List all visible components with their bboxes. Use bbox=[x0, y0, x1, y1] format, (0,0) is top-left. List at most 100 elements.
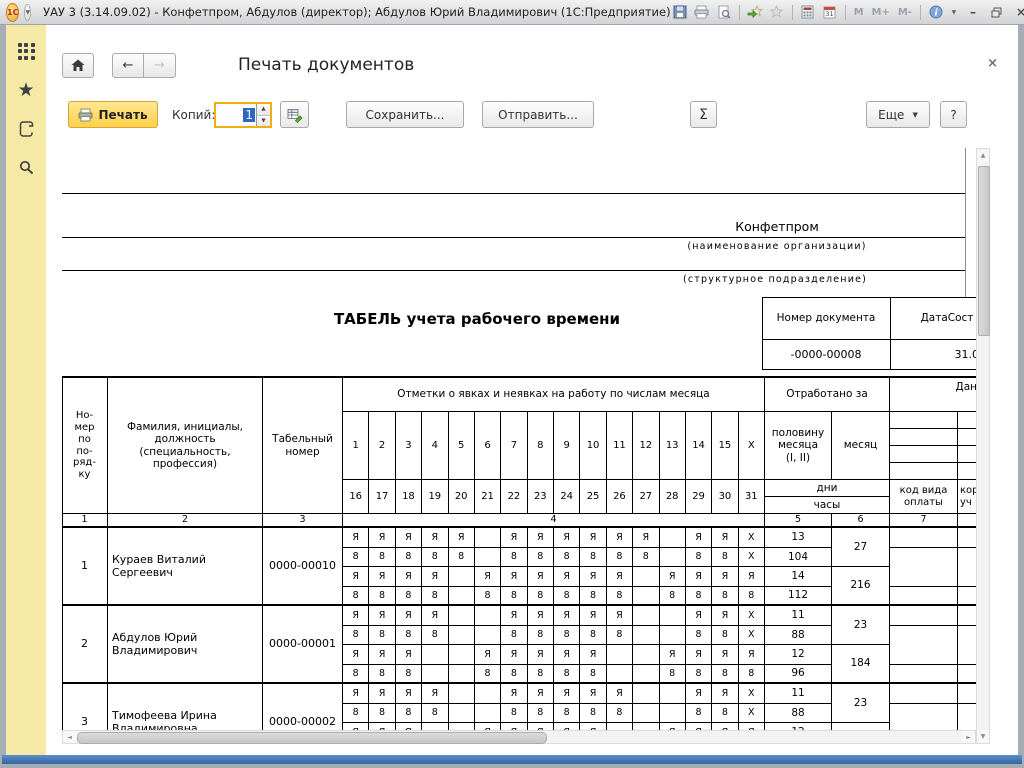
day-mark-cell: 8 bbox=[501, 704, 527, 724]
day-mark-cell: 8 bbox=[369, 587, 395, 607]
day-header-cell: 13 bbox=[660, 412, 686, 480]
sidebar-item-history[interactable] bbox=[14, 117, 38, 141]
toolbar: Печать Копий: 1 ▲ ▼ Сохранить... Отправи bbox=[46, 101, 1018, 133]
half-month-value-cell: 112 bbox=[765, 587, 832, 607]
spin-up-button[interactable]: ▲ bbox=[257, 104, 270, 115]
app-logo-icon[interactable]: 1С bbox=[6, 3, 19, 22]
day-mark-cell: Я bbox=[528, 723, 554, 730]
day-mark-cell bbox=[475, 606, 501, 626]
employee-name-cell: Тимофеева Ирина Владимировна bbox=[108, 684, 263, 730]
day-mark-cell bbox=[607, 665, 633, 685]
header-half-month: половину месяца (I, II) bbox=[765, 412, 832, 480]
vertical-scroll-thumb[interactable] bbox=[978, 166, 990, 336]
day-mark-cell: 8 bbox=[343, 704, 369, 724]
day-header-cell: 15 bbox=[712, 412, 738, 480]
day-mark-cell bbox=[449, 587, 475, 607]
spin-down-button[interactable]: ▼ bbox=[257, 115, 270, 127]
data-strip-cell bbox=[890, 429, 958, 446]
help-button[interactable]: ? bbox=[940, 101, 967, 128]
day-mark-cell: 8 bbox=[554, 704, 580, 724]
day-header-cell: 1 bbox=[343, 412, 369, 480]
day-mark-cell: Я bbox=[660, 723, 686, 730]
day-mark-cell: X bbox=[739, 704, 765, 724]
titlebar-toolbar: 31 M M+ M- i ▼ – × bbox=[671, 4, 1024, 21]
day-mark-cell: 8 bbox=[712, 704, 738, 724]
sum-button[interactable]: Σ bbox=[690, 101, 717, 128]
save-icon[interactable] bbox=[671, 4, 689, 21]
more-button[interactable]: Еще ▼ bbox=[866, 101, 930, 128]
day-mark-cell: Я bbox=[396, 645, 422, 665]
day-mark-cell: 8 bbox=[528, 704, 554, 724]
corr-cell bbox=[958, 587, 976, 607]
day-mark-cell: 8 bbox=[686, 626, 712, 646]
calendar-icon[interactable]: 31 bbox=[821, 4, 839, 21]
day-header-cell: 18 bbox=[396, 480, 422, 514]
half-month-value-cell: 12 bbox=[765, 645, 832, 665]
vertical-scrollbar[interactable]: ▲ ▼ bbox=[976, 148, 990, 744]
calculator-icon[interactable] bbox=[799, 4, 817, 21]
memory-store-button[interactable]: M bbox=[852, 7, 866, 18]
scroll-up-button[interactable]: ▲ bbox=[977, 149, 989, 162]
scroll-down-button[interactable]: ▼ bbox=[977, 730, 989, 743]
memory-minus-button[interactable]: M- bbox=[896, 7, 914, 18]
day-mark-cell: 8 bbox=[739, 665, 765, 685]
day-mark-cell: 8 bbox=[607, 548, 633, 568]
send-button[interactable]: Отправить... bbox=[482, 101, 594, 128]
day-header-cell: 31 bbox=[739, 480, 765, 514]
copies-spinner[interactable]: 1 ▲ ▼ bbox=[214, 102, 272, 128]
system-menu-button[interactable]: ▼ bbox=[24, 4, 31, 21]
print-button[interactable]: Печать bbox=[68, 101, 158, 128]
day-header-cell: X bbox=[739, 412, 765, 480]
day-mark-cell: Я bbox=[501, 606, 527, 626]
memory-plus-button[interactable]: M+ bbox=[870, 7, 892, 18]
day-mark-cell: Я bbox=[633, 528, 659, 548]
day-mark-cell: Я bbox=[580, 684, 606, 704]
forward-button[interactable]: → bbox=[144, 53, 176, 78]
data-strip-cell bbox=[958, 429, 976, 446]
day-mark-cell: Я bbox=[686, 528, 712, 548]
search-icon bbox=[16, 158, 36, 178]
scroll-left-button[interactable]: ◄ bbox=[63, 731, 76, 743]
scroll-right-button[interactable]: ► bbox=[962, 731, 975, 743]
day-header-cell: 3 bbox=[396, 412, 422, 480]
sidebar-item-menu[interactable] bbox=[14, 39, 38, 63]
info-icon[interactable]: i bbox=[927, 4, 945, 21]
day-header-cell: 22 bbox=[501, 480, 527, 514]
info-dropdown-icon[interactable]: ▼ bbox=[949, 4, 959, 21]
column-number-cell: 4 bbox=[343, 514, 765, 528]
sidebar-item-search[interactable] bbox=[14, 156, 38, 180]
add-favorite-icon[interactable] bbox=[746, 4, 764, 21]
day-mark-cell: Я bbox=[501, 528, 527, 548]
document-preview[interactable]: Конфетпром (наименование организации) (с… bbox=[62, 148, 976, 730]
horizontal-scrollbar[interactable]: ◄ ► bbox=[62, 730, 976, 744]
restore-button[interactable] bbox=[987, 4, 1007, 21]
minimize-button[interactable]: – bbox=[963, 4, 983, 21]
copies-input[interactable]: 1 bbox=[216, 104, 256, 126]
home-button[interactable] bbox=[62, 53, 94, 78]
print-settings-button[interactable] bbox=[280, 101, 309, 128]
day-mark-cell bbox=[475, 626, 501, 646]
paycode-cell bbox=[890, 684, 958, 704]
close-window-button[interactable]: × bbox=[1011, 4, 1024, 21]
print-preview-icon[interactable] bbox=[715, 4, 733, 21]
day-header-cell: 11 bbox=[607, 412, 633, 480]
day-mark-cell: Я bbox=[343, 528, 369, 548]
column-number-cell bbox=[958, 514, 976, 528]
day-header-cell: 7 bbox=[501, 412, 527, 480]
sidebar-item-favorites[interactable]: ★ bbox=[14, 78, 38, 102]
day-mark-cell bbox=[449, 684, 475, 704]
form-close-button[interactable]: × bbox=[987, 56, 998, 71]
day-mark-cell: Я bbox=[396, 606, 422, 626]
day-mark-cell: Я bbox=[528, 645, 554, 665]
day-mark-cell: 8 bbox=[396, 626, 422, 646]
print-icon[interactable] bbox=[693, 4, 711, 21]
day-mark-cell: 8 bbox=[369, 665, 395, 685]
paycode-cell bbox=[890, 587, 958, 607]
day-mark-cell: Я bbox=[554, 528, 580, 548]
horizontal-scroll-thumb[interactable] bbox=[77, 732, 547, 744]
save-button[interactable]: Сохранить... bbox=[346, 101, 464, 128]
favorites-icon[interactable] bbox=[768, 4, 786, 21]
corr-cell bbox=[958, 606, 976, 626]
history-scroll-icon bbox=[16, 119, 36, 139]
back-button[interactable]: ← bbox=[112, 53, 144, 78]
